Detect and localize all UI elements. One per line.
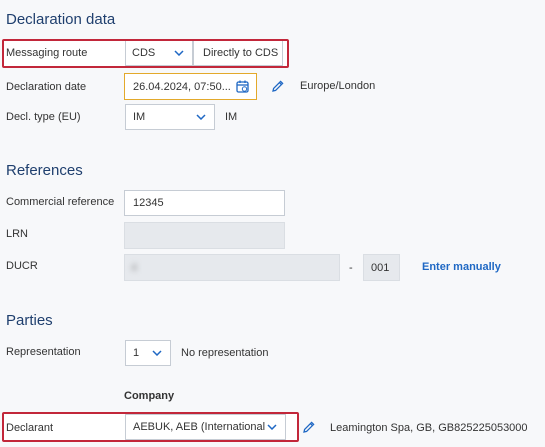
decl-type-select[interactable]: IM: [125, 104, 215, 130]
declarant-address: Leamington Spa, GB, GB825225053000: [330, 422, 528, 434]
calendar-icon[interactable]: [235, 80, 249, 94]
lrn-label: LRN: [6, 228, 29, 240]
messaging-route-highlight: [2, 39, 289, 68]
chevron-down-icon: [194, 110, 208, 124]
declaration-date-input[interactable]: 26.04.2024, 07:50...: [124, 73, 257, 100]
chevron-down-icon: [150, 346, 164, 360]
commercial-reference-value: 12345: [133, 197, 164, 209]
lrn-input: [124, 222, 285, 249]
representation-select-value: 1: [133, 347, 140, 359]
representation-label: Representation: [6, 346, 81, 358]
section-title-parties: Parties: [6, 312, 53, 329]
ducr-label: DUCR: [6, 260, 38, 272]
declaration-date-value: 26.04.2024, 07:50...: [133, 80, 231, 93]
ducr-suffix-input: 001: [363, 254, 400, 281]
decl-type-description: IM: [225, 111, 238, 123]
ducr-input: 4: [124, 254, 340, 281]
edit-pencil-icon[interactable]: [271, 79, 285, 98]
enter-manually-link[interactable]: Enter manually: [422, 261, 501, 273]
representation-description: No representation: [181, 347, 269, 359]
decl-type-select-value: IM: [133, 111, 146, 123]
ducr-separator: -: [349, 262, 353, 274]
section-title-references: References: [6, 162, 83, 179]
declarant-highlight: [2, 412, 299, 442]
ducr-value: 4: [131, 261, 138, 274]
declaration-date-label: Declaration date: [6, 81, 87, 93]
commercial-reference-label: Commercial reference: [6, 196, 115, 208]
timezone-text: Europe/London: [300, 80, 376, 92]
representation-select[interactable]: 1: [125, 340, 171, 366]
company-column-header: Company: [124, 390, 175, 402]
section-title-declaration: Declaration data: [6, 11, 116, 28]
decl-type-label: Decl. type (EU): [6, 111, 81, 123]
edit-pencil-icon[interactable]: [302, 420, 316, 439]
commercial-reference-input[interactable]: 12345: [124, 190, 285, 216]
ducr-suffix-value: 001: [371, 261, 390, 274]
